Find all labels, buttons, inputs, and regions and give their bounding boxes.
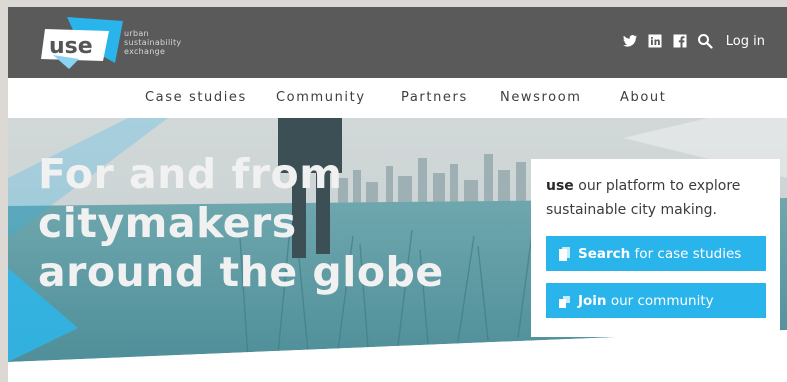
logo-text: use <box>49 34 93 59</box>
tagline: urban sustainability exchange <box>124 29 181 56</box>
nav-partners[interactable]: Partners <box>401 90 468 105</box>
nav-newsroom[interactable]: Newsroom <box>500 90 582 105</box>
brand-word: use <box>546 178 574 194</box>
tagline-line: exchange <box>124 47 166 56</box>
hero-title-line: For and from <box>38 150 343 198</box>
search-icon[interactable] <box>697 33 713 49</box>
hero-title-line: citymakers <box>38 199 297 247</box>
search-button-bold: Search <box>578 245 631 262</box>
main-nav: Case studies Community Partners Newsroom… <box>8 78 787 118</box>
site-header: use urban sustainability exchange Log in <box>8 7 787 78</box>
join-button-bold: Join <box>578 292 607 309</box>
page-frame: use urban sustainability exchange Log in… <box>8 7 787 382</box>
hero-title-line: around the globe <box>38 248 444 296</box>
search-case-studies-button[interactable]: Search for case studies <box>546 236 766 271</box>
join-community-button[interactable]: Join our community <box>546 283 766 318</box>
linkedin-icon[interactable] <box>647 33 663 49</box>
search-button-rest: for case studies <box>630 245 742 262</box>
nav-about[interactable]: About <box>620 90 666 105</box>
book-icon <box>559 246 570 261</box>
header-actions: Log in <box>622 29 765 53</box>
use-logo[interactable]: use <box>39 15 125 71</box>
login-link[interactable]: Log in <box>726 34 765 49</box>
hero-section: For and from citymakers around the globe… <box>8 118 787 382</box>
hero-title: For and from citymakers around the globe <box>38 150 444 297</box>
intro-text: use our platform to explore sustainable … <box>546 174 771 222</box>
twitter-icon[interactable] <box>622 33 638 49</box>
facebook-icon[interactable] <box>672 33 688 49</box>
intro-description: our platform to explore sustainable city… <box>546 178 741 218</box>
people-icon <box>559 295 570 308</box>
nav-case-studies[interactable]: Case studies <box>145 90 247 105</box>
nav-community[interactable]: Community <box>276 90 366 105</box>
intro-card: use our platform to explore sustainable … <box>531 159 780 337</box>
tagline-line: urban <box>124 29 149 38</box>
tagline-line: sustainability <box>124 38 182 47</box>
join-button-rest: our community <box>606 292 714 309</box>
